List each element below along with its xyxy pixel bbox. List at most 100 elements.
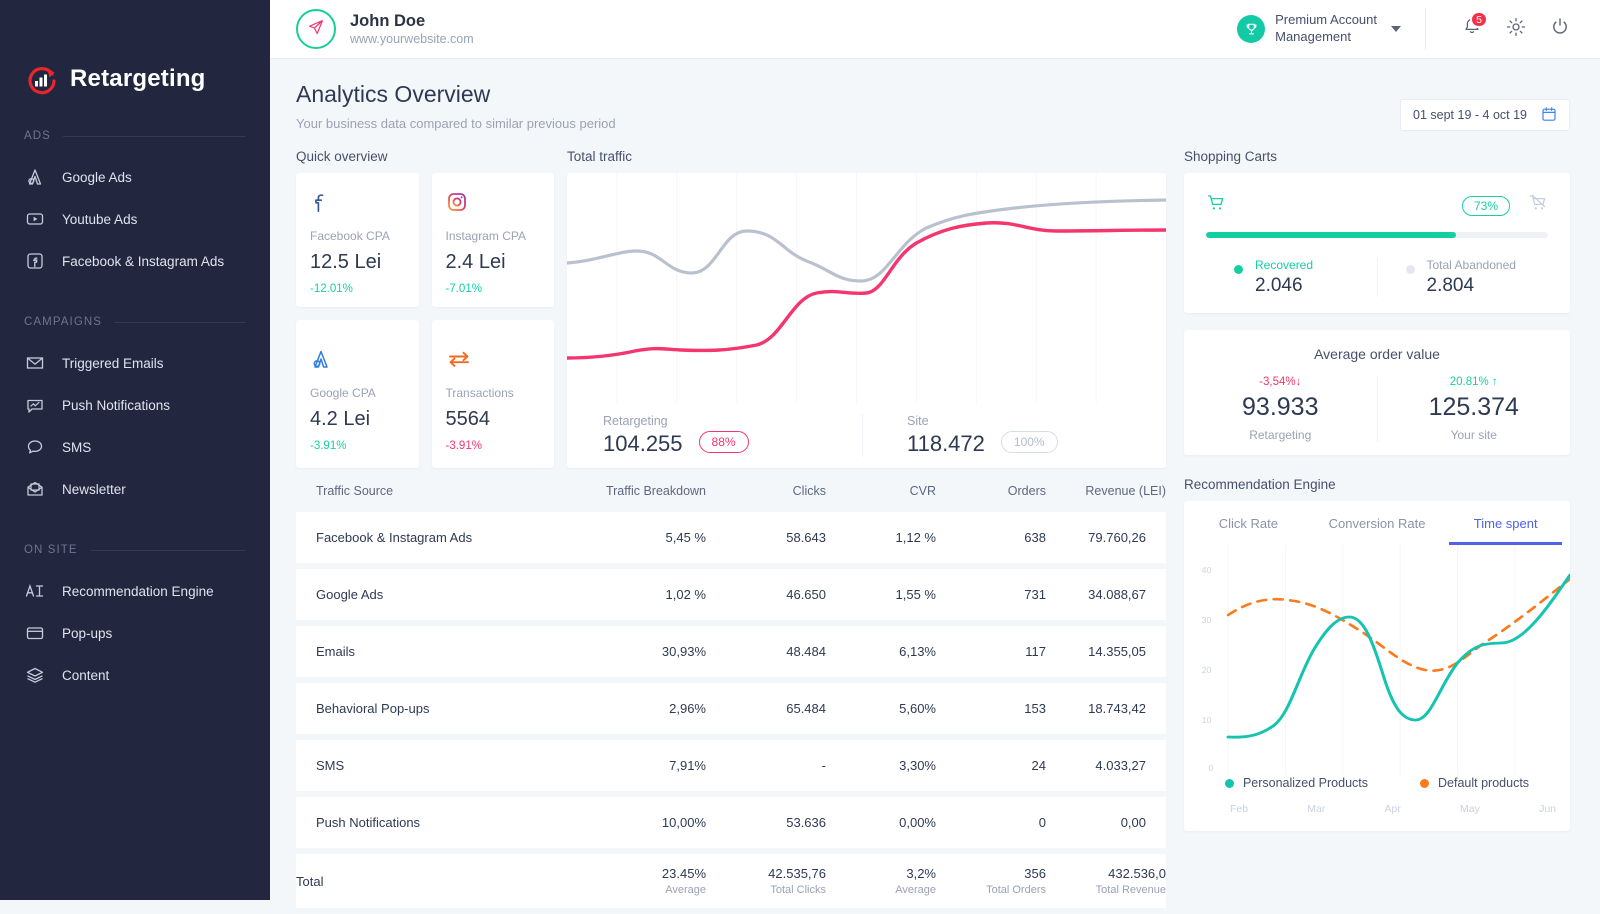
table-row[interactable]: Emails 30,93% 48.484 6,13% 117 14.355,05	[296, 623, 1166, 680]
page-subtitle: Your business data compared to similar p…	[296, 116, 616, 131]
table-row[interactable]: Behavioral Pop-ups 2,96% 65.484 5,60% 15…	[296, 680, 1166, 737]
kpi-card-facebook-cpa[interactable]: Facebook CPA 12.5 Lei -12.01%	[296, 173, 419, 307]
sidebar-item-youtube-ads[interactable]: Youtube Ads	[0, 198, 270, 240]
kpi-delta: -3.91%	[310, 440, 405, 452]
chevron-down-icon[interactable]	[1391, 26, 1401, 32]
avatar[interactable]	[296, 9, 336, 49]
sidebar-item-triggered-emails[interactable]: Triggered Emails	[0, 342, 270, 384]
table-head: Traffic Source Traffic Breakdown Clicks …	[296, 484, 1166, 512]
kpi-value: 4.2 Lei	[310, 408, 405, 431]
column-header-traffic-source[interactable]: Traffic Source	[296, 484, 566, 512]
cell-total-cvr: 3,2% Average	[826, 851, 936, 911]
chat-bubble-icon	[24, 436, 46, 458]
aov-retargeting-value: 93.933	[1184, 393, 1377, 422]
recommendation-tabs: Click Rate Conversion Rate Time spent	[1184, 501, 1570, 545]
settings-button[interactable]	[1494, 7, 1538, 51]
sidebar-item-recommendation-engine[interactable]: Recommendation Engine	[0, 570, 270, 612]
total-breakdown-value: 23.45%	[566, 866, 706, 881]
column-header-clicks[interactable]: Clicks	[706, 484, 826, 512]
ai-icon	[24, 580, 46, 602]
cell-revenue: 79.760,26	[1046, 512, 1166, 566]
retargeting-label: Retargeting	[603, 414, 683, 428]
notifications-button[interactable]: 5	[1450, 7, 1494, 51]
cart-icon	[1206, 193, 1226, 218]
kpi-card-instagram-cpa[interactable]: Instagram CPA 2.4 Lei -7.01%	[432, 173, 555, 307]
tab-conversion-rate[interactable]: Conversion Rate	[1313, 501, 1442, 545]
table-row[interactable]: SMS 7,91% - 3,30% 24 4.033,27	[296, 737, 1166, 794]
cart-stats: Recovered 2.046 Total Abandoned 2.804	[1206, 258, 1548, 297]
retargeting-logo-icon	[24, 62, 58, 96]
sidebar-item-pop-ups[interactable]: Pop-ups	[0, 612, 270, 654]
kpi-card-transactions[interactable]: Transactions 5564 -3.91%	[432, 320, 555, 468]
facebook-icon	[310, 189, 405, 215]
total-orders-sub: Total Orders	[936, 884, 1046, 896]
sidebar-group-campaigns: CAMPAIGNS	[0, 316, 270, 328]
cell-total-orders: 356 Total Orders	[936, 851, 1046, 911]
gear-icon	[1505, 16, 1527, 43]
power-button[interactable]	[1538, 7, 1582, 51]
svg-text:10: 10	[1202, 715, 1212, 724]
site-summary: Site 118.472 100%	[862, 414, 1166, 457]
user-info: John Doe www.yourwebsite.com	[350, 12, 474, 47]
cell-breakdown: 7,91%	[566, 737, 706, 794]
kpi-card-google-cpa[interactable]: Google CPA 4.2 Lei -3.91%	[296, 320, 419, 468]
column-header-revenue[interactable]: Revenue (LEI)	[1046, 484, 1166, 512]
topbar: John Doe www.yourwebsite.com Premium Acc…	[270, 0, 1600, 59]
cell-cvr: 1,55 %	[826, 566, 936, 623]
legend-label: Default products	[1438, 776, 1529, 790]
table-row[interactable]: Facebook & Instagram Ads 5,45 % 58.643 1…	[296, 512, 1166, 566]
date-range-picker[interactable]: 01 sept 19 - 4 oct 19	[1400, 99, 1570, 131]
cell-source: Behavioral Pop-ups	[296, 680, 566, 737]
cart-progress-bar	[1206, 232, 1548, 238]
account-selector[interactable]: Premium Account Management	[1237, 12, 1401, 45]
x-tick-label: Mar	[1307, 803, 1325, 821]
cell-revenue: 14.355,05	[1046, 623, 1166, 680]
cart-progress-fill	[1206, 232, 1456, 238]
retargeting-block: Retargeting 104.255	[603, 414, 683, 457]
brand-logo[interactable]: Retargeting	[0, 0, 270, 96]
cell-cvr: 0,00%	[826, 794, 936, 851]
table-total-row: Total 23.45% Average 42.535,76 Total Cli…	[296, 851, 1166, 911]
sidebar-item-google-ads[interactable]: Google Ads	[0, 156, 270, 198]
kpi-label: Google CPA	[310, 386, 405, 400]
table-row[interactable]: Push Notifications 10,00% 53.636 0,00% 0…	[296, 794, 1166, 851]
cell-total-clicks: 42.535,76 Total Clicks	[706, 851, 826, 911]
sidebar-item-sms[interactable]: SMS	[0, 426, 270, 468]
cell-orders: 731	[936, 566, 1046, 623]
sidebar-item-facebook-instagram-ads[interactable]: Facebook & Instagram Ads	[0, 240, 270, 282]
sidebar-item-label: Recommendation Engine	[62, 584, 214, 599]
cell-cvr: 1,12 %	[826, 512, 936, 566]
column-header-traffic-breakdown[interactable]: Traffic Breakdown	[566, 484, 706, 512]
svg-text:40: 40	[1202, 565, 1212, 574]
sidebar-item-label: Content	[62, 668, 109, 683]
aov-retargeting-delta: -3,54%↓	[1184, 376, 1377, 388]
tab-click-rate[interactable]: Click Rate	[1184, 501, 1313, 545]
cell-source: SMS	[296, 737, 566, 794]
notification-badge: 5	[1470, 11, 1488, 28]
column-header-cvr[interactable]: CVR	[826, 484, 936, 512]
content-grid: Quick overview Facebook CPA 12.5 Lei -12…	[270, 131, 1600, 914]
tab-time-spent[interactable]: Time spent	[1441, 501, 1570, 545]
calendar-icon[interactable]	[1541, 106, 1557, 125]
total-orders-value: 356	[936, 866, 1046, 881]
account-text: Premium Account Management	[1275, 12, 1377, 45]
recommendation-engine-section: Recommendation Engine Click Rate Convers…	[1184, 477, 1570, 831]
sidebar-item-label: Newsletter	[62, 482, 126, 497]
abandoned-value: 2.804	[1427, 275, 1516, 297]
table-row[interactable]: Google Ads 1,02 % 46.650 1,55 % 731 34.0…	[296, 566, 1166, 623]
total-revenue-value: 432.536,0	[1046, 866, 1166, 881]
sidebar-item-label: Youtube Ads	[62, 212, 137, 227]
sidebar-item-newsletter[interactable]: Newsletter	[0, 468, 270, 510]
sidebar-item-push-notifications[interactable]: Push Notifications	[0, 384, 270, 426]
facebook-icon	[24, 250, 46, 272]
average-order-value-row: -3,54%↓ 93.933 Retargeting 20.81% ↑ 125.…	[1184, 376, 1570, 442]
youtube-icon	[24, 208, 46, 230]
traffic-table-wrapper: Traffic Source Traffic Breakdown Clicks …	[296, 484, 1166, 914]
total-clicks-value: 42.535,76	[706, 866, 826, 881]
page-header: Analytics Overview Your business data co…	[270, 59, 1600, 131]
cell-clicks: -	[706, 737, 826, 794]
column-header-orders[interactable]: Orders	[936, 484, 1046, 512]
sidebar-item-content[interactable]: Content	[0, 654, 270, 696]
legend-label: Personalized Products	[1243, 776, 1368, 790]
newsletter-icon	[24, 478, 46, 500]
